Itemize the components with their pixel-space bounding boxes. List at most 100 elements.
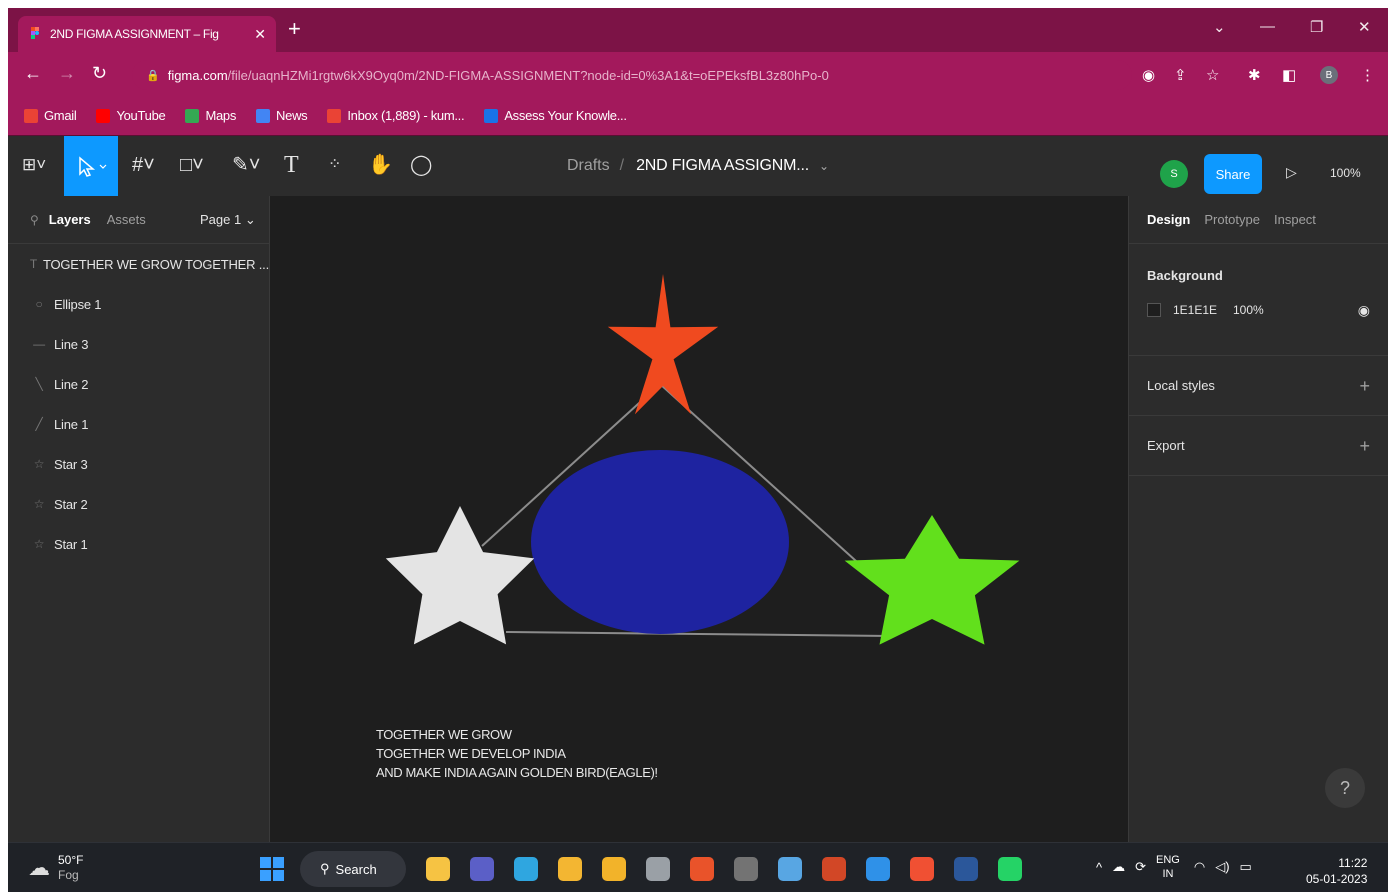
background-opacity[interactable]: 100% <box>1233 303 1264 317</box>
text-tool-icon[interactable]: T <box>284 153 299 177</box>
taskbar-search[interactable]: ⚲ Search <box>300 851 406 887</box>
bookmark-star-icon[interactable]: ☆ <box>1206 66 1219 84</box>
google-lens-icon[interactable]: ◉ <box>1142 66 1155 84</box>
tab-search-icon[interactable]: ⌄ <box>1213 18 1226 36</box>
add-style-icon[interactable]: + <box>1359 356 1370 416</box>
meet-icon[interactable] <box>470 857 494 881</box>
onedrive-icon[interactable]: ☁ <box>1112 859 1125 875</box>
browser-tab[interactable]: 2ND FIGMA ASSIGNMENT – Fig ✕ <box>18 16 276 52</box>
design-canvas[interactable]: TOGETHER WE GROW TOGETHER WE DEVELOP IND… <box>270 196 1128 842</box>
forward-icon[interactable]: → <box>58 64 76 82</box>
hand-tool-icon[interactable]: ✋ <box>368 154 393 176</box>
tab-inspect[interactable]: Inspect <box>1274 212 1316 227</box>
back-icon[interactable]: ← <box>24 64 42 82</box>
star-3[interactable] <box>844 515 1020 645</box>
bookmark-item[interactable]: Maps <box>185 108 236 123</box>
profile-avatar[interactable]: B <box>1320 66 1338 84</box>
right-panel-tabs: Design Prototype Inspect <box>1129 196 1388 244</box>
address-bar[interactable]: 🔒 figma.com /file/uaqnHZMi1rgtw6kX9Oyq0m… <box>132 60 1132 90</box>
bookmark-item[interactable]: News <box>256 108 308 123</box>
help-button[interactable]: ? <box>1325 768 1365 808</box>
figma-main-menu-icon[interactable]: ⊞˅ <box>22 154 46 176</box>
layer-row[interactable]: ☆ Star 1 <box>8 524 269 564</box>
frame-tool-icon[interactable]: #˅ <box>132 154 155 176</box>
app-icon[interactable] <box>646 857 670 881</box>
side-panel-icon[interactable]: ◧ <box>1282 66 1296 84</box>
layer-row[interactable]: ╱ Line 1 <box>8 404 269 444</box>
bookmark-item[interactable]: Gmail <box>24 108 77 123</box>
tab-assets[interactable]: Assets <box>107 212 146 227</box>
tab-design[interactable]: Design <box>1147 212 1190 227</box>
pen-tool-icon[interactable]: ✎˅ <box>232 154 260 176</box>
share-page-icon[interactable]: ⇪ <box>1174 66 1187 84</box>
weather-widget[interactable]: ☁ 50°F Fog <box>28 853 83 883</box>
language-indicator[interactable]: ENG IN <box>1156 853 1180 881</box>
layer-row[interactable]: ☆ Star 3 <box>8 444 269 484</box>
bookmark-item[interactable]: Inbox (1,889) - kum... <box>327 108 465 123</box>
vscode-icon[interactable] <box>866 857 890 881</box>
tab-prototype[interactable]: Prototype <box>1204 212 1260 227</box>
sync-icon[interactable]: ⟳ <box>1135 859 1146 875</box>
add-export-icon[interactable]: + <box>1359 416 1370 476</box>
star-2[interactable] <box>385 506 535 645</box>
file-explorer-icon[interactable] <box>426 857 450 881</box>
background-hex[interactable]: 1E1E1E <box>1173 303 1217 317</box>
edge-icon[interactable] <box>514 857 538 881</box>
share-button[interactable]: Share <box>1204 154 1262 194</box>
chevron-down-icon[interactable]: ⌄ <box>819 159 829 173</box>
extensions-icon[interactable]: ✱ <box>1248 66 1261 84</box>
resources-tool-icon[interactable]: ⁘ <box>328 154 341 176</box>
word-icon[interactable] <box>954 857 978 881</box>
layer-row[interactable]: T TOGETHER WE GROW TOGETHER ... <box>8 244 269 284</box>
search-icon[interactable]: ⚲ <box>30 213 39 227</box>
wifi-icon[interactable]: ◠ <box>1194 859 1205 875</box>
volume-icon[interactable]: ◁) <box>1215 859 1229 875</box>
line-3[interactable] <box>505 631 891 637</box>
poem-text[interactable]: TOGETHER WE GROW TOGETHER WE DEVELOP IND… <box>376 725 658 782</box>
git-icon[interactable] <box>910 857 934 881</box>
office-icon[interactable] <box>690 857 714 881</box>
comment-tool-icon[interactable]: ◯ <box>410 154 432 176</box>
powerpoint-icon[interactable] <box>822 857 846 881</box>
windows-start-icon[interactable] <box>260 857 284 881</box>
notepad-icon[interactable] <box>778 857 802 881</box>
move-cursor-icon <box>79 156 107 177</box>
chevron-up-icon[interactable]: ^ <box>1096 860 1102 875</box>
menu-dots-icon[interactable]: ⋮ <box>1360 66 1375 84</box>
background-swatch[interactable] <box>1147 303 1161 317</box>
calculator-icon[interactable] <box>734 857 758 881</box>
layer-row[interactable]: ☆ Star 2 <box>8 484 269 524</box>
move-tool-button[interactable] <box>64 136 118 196</box>
page-selector[interactable]: Page 1 ⌄ <box>200 212 256 228</box>
star-1[interactable] <box>607 274 719 415</box>
shape-tool-icon[interactable]: □˅ <box>180 154 204 176</box>
zoom-level[interactable]: 100% <box>1330 166 1361 180</box>
ellipse-1[interactable] <box>531 450 789 634</box>
new-tab-button[interactable]: + <box>288 18 301 40</box>
tab-close-icon[interactable]: ✕ <box>254 26 266 43</box>
export-section: Export + <box>1129 416 1388 476</box>
battery-icon[interactable]: ▭ <box>1240 859 1252 875</box>
tab-layers[interactable]: Layers <box>49 212 91 227</box>
restore-icon[interactable]: ❐ <box>1310 18 1323 36</box>
whatsapp-icon[interactable] <box>998 857 1022 881</box>
layer-row[interactable]: ○ Ellipse 1 <box>8 284 269 324</box>
drafts-link[interactable]: Drafts <box>567 157 610 175</box>
layer-name: Star 2 <box>54 496 88 512</box>
folder-icon[interactable] <box>558 857 582 881</box>
layer-row[interactable]: — Line 3 <box>8 324 269 364</box>
bookmark-item[interactable]: Assess Your Knowle... <box>484 108 627 123</box>
layer-row[interactable]: ╲ Line 2 <box>8 364 269 404</box>
bookmark-item[interactable]: YouTube <box>96 108 166 123</box>
user-avatar[interactable]: S <box>1160 160 1188 188</box>
reload-icon[interactable]: ↻ <box>92 64 107 82</box>
present-icon[interactable]: ▷ <box>1286 164 1297 181</box>
chrome-icon[interactable] <box>602 857 626 881</box>
minimize-icon[interactable]: — <box>1260 18 1275 35</box>
export-heading: Export <box>1147 438 1185 453</box>
eye-icon[interactable]: ◉ <box>1358 302 1370 319</box>
close-window-icon[interactable]: ✕ <box>1358 18 1371 36</box>
file-name[interactable]: 2ND FIGMA ASSIGNM... <box>636 157 809 175</box>
background-fill-row[interactable]: 1E1E1E 100% ◉ <box>1147 302 1388 319</box>
system-clock[interactable]: 11:22 05-01-2023 <box>1306 855 1367 887</box>
